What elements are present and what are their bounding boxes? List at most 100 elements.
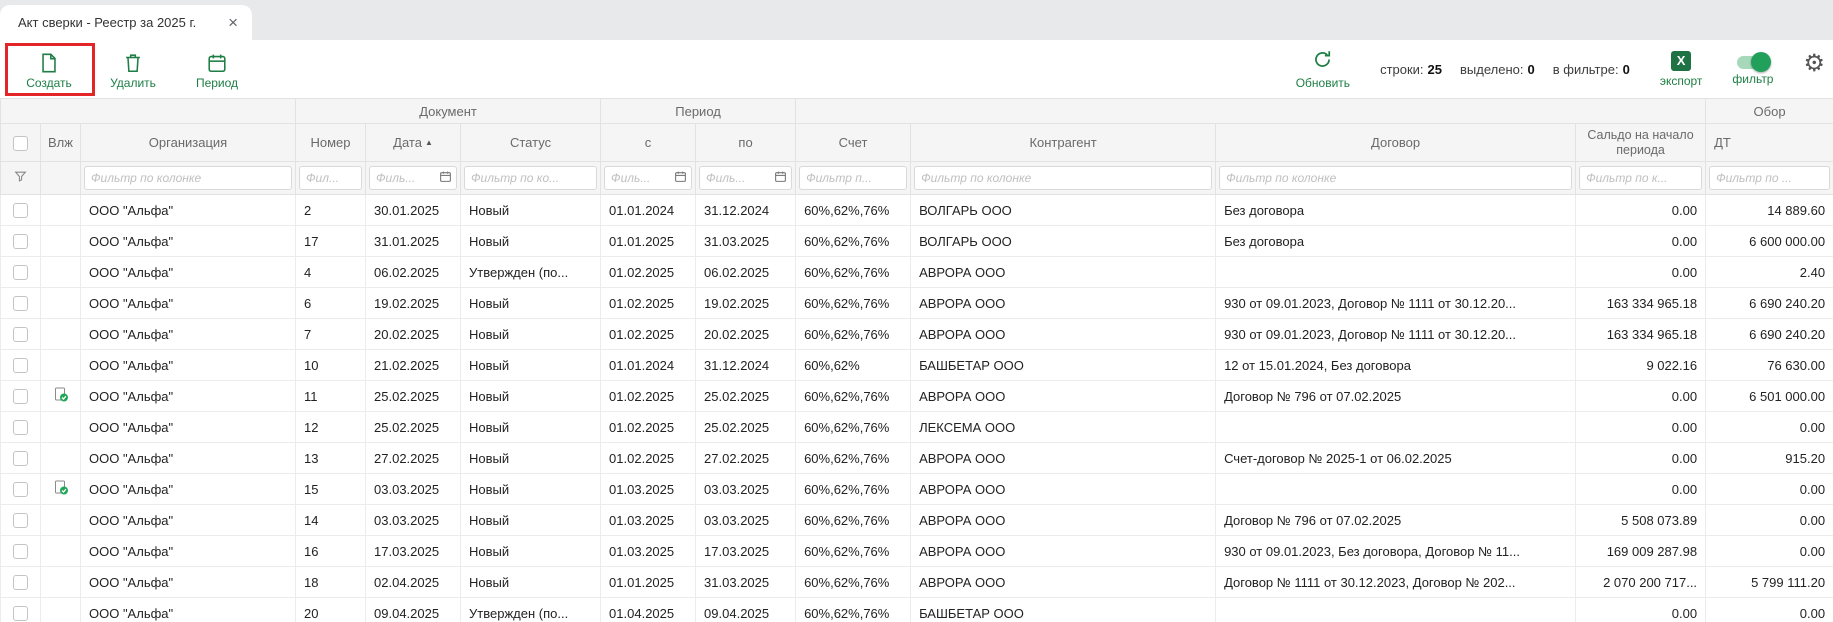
cell-account: 60%,62%,76% bbox=[796, 536, 911, 567]
to-filter-input[interactable] bbox=[699, 166, 792, 190]
table-row[interactable]: ООО "Альфа" 15 03.03.2025 Новый 01.03.20… bbox=[1, 474, 1833, 505]
status-filter-input[interactable] bbox=[464, 166, 597, 190]
filter-cell-date bbox=[366, 162, 461, 195]
filter-funnel-icon[interactable] bbox=[14, 171, 27, 186]
create-button[interactable]: Создать bbox=[12, 49, 86, 90]
delete-button[interactable]: Удалить bbox=[96, 49, 170, 90]
cell-dt: 0.00 bbox=[1706, 536, 1833, 567]
table-row[interactable]: ООО "Альфа" 2 30.01.2025 Новый 01.01.202… bbox=[1, 195, 1833, 226]
from-filter-input[interactable] bbox=[604, 166, 692, 190]
cell-dt: 5 799 111.20 bbox=[1706, 567, 1833, 598]
header-date[interactable]: Дата▲ bbox=[366, 124, 461, 162]
header-status[interactable]: Статус bbox=[461, 124, 601, 162]
row-checkbox[interactable] bbox=[13, 234, 28, 249]
group-period: Период bbox=[601, 99, 796, 124]
date-filter-input[interactable] bbox=[369, 166, 457, 190]
row-checkbox[interactable] bbox=[13, 203, 28, 218]
browser-tab-bar: Акт сверки - Реестр за 2025 г. × bbox=[0, 0, 1833, 40]
export-button-label: экспорт bbox=[1660, 74, 1703, 88]
cell-period-to: 09.04.2025 bbox=[696, 598, 796, 622]
number-filter-input[interactable] bbox=[299, 166, 362, 190]
cell-date: 02.04.2025 bbox=[366, 567, 461, 598]
row-checkbox[interactable] bbox=[13, 358, 28, 373]
cell-balance: 5 508 073.89 bbox=[1576, 505, 1706, 536]
row-checkbox[interactable] bbox=[13, 296, 28, 311]
cell-status: Новый bbox=[461, 381, 601, 412]
table-body: ООО "Альфа" 2 30.01.2025 Новый 01.01.202… bbox=[1, 195, 1833, 622]
header-period-from[interactable]: с bbox=[601, 124, 696, 162]
row-checkbox[interactable] bbox=[13, 513, 28, 528]
cell-period-from: 01.02.2025 bbox=[601, 443, 696, 474]
table-row[interactable]: ООО "Альфа" 7 20.02.2025 Новый 01.02.202… bbox=[1, 319, 1833, 350]
cell-number: 4 bbox=[296, 257, 366, 288]
table-row[interactable]: ООО "Альфа" 6 19.02.2025 Новый 01.02.202… bbox=[1, 288, 1833, 319]
cell-organization: ООО "Альфа" bbox=[81, 319, 296, 350]
table-row[interactable]: ООО "Альфа" 18 02.04.2025 Новый 01.01.20… bbox=[1, 567, 1833, 598]
cell-organization: ООО "Альфа" bbox=[81, 195, 296, 226]
header-dt[interactable]: ДТ bbox=[1706, 124, 1833, 162]
header-account[interactable]: Счет bbox=[796, 124, 911, 162]
cell-account: 60%,62%,76% bbox=[796, 257, 911, 288]
filter-toggle-label: фильтр bbox=[1732, 72, 1773, 86]
row-checkbox-cell bbox=[1, 536, 41, 567]
cell-dt: 915.20 bbox=[1706, 443, 1833, 474]
table-row[interactable]: ООО "Альфа" 13 27.02.2025 Новый 01.02.20… bbox=[1, 443, 1833, 474]
row-checkbox[interactable] bbox=[13, 420, 28, 435]
table-row[interactable]: ООО "Альфа" 10 21.02.2025 Новый 01.01.20… bbox=[1, 350, 1833, 381]
settings-gear-icon[interactable]: ⚙ bbox=[1803, 52, 1825, 86]
tab-close-icon[interactable]: × bbox=[228, 14, 238, 31]
delete-button-label: Удалить bbox=[110, 76, 156, 90]
header-counterparty[interactable]: Контрагент bbox=[911, 124, 1216, 162]
row-checkbox-cell bbox=[1, 567, 41, 598]
row-checkbox[interactable] bbox=[13, 327, 28, 342]
filter-toggle[interactable] bbox=[1737, 56, 1769, 69]
cell-organization: ООО "Альфа" bbox=[81, 474, 296, 505]
row-checkbox[interactable] bbox=[13, 606, 28, 621]
cell-date: 09.04.2025 bbox=[366, 598, 461, 622]
balance-filter-input[interactable] bbox=[1579, 166, 1702, 190]
table-row[interactable]: ООО "Альфа" 4 06.02.2025 Утвержден (по..… bbox=[1, 257, 1833, 288]
cell-contract: 12 от 15.01.2024, Без договора bbox=[1216, 350, 1576, 381]
table-row[interactable]: ООО "Альфа" 16 17.03.2025 Новый 01.03.20… bbox=[1, 536, 1833, 567]
table-row[interactable]: ООО "Альфа" 14 03.03.2025 Новый 01.03.20… bbox=[1, 505, 1833, 536]
header-attach[interactable]: Влж bbox=[41, 124, 81, 162]
cell-contract: Договор № 796 от 07.02.2025 bbox=[1216, 505, 1576, 536]
period-button[interactable]: Период bbox=[180, 49, 254, 90]
header-organization[interactable]: Организация bbox=[81, 124, 296, 162]
cell-account: 60%,62%,76% bbox=[796, 505, 911, 536]
row-checkbox[interactable] bbox=[13, 265, 28, 280]
header-contract[interactable]: Договор bbox=[1216, 124, 1576, 162]
row-checkbox[interactable] bbox=[13, 451, 28, 466]
table-row[interactable]: ООО "Альфа" 12 25.02.2025 Новый 01.02.20… bbox=[1, 412, 1833, 443]
cell-period-from: 01.03.2025 bbox=[601, 505, 696, 536]
header-period-to[interactable]: по bbox=[696, 124, 796, 162]
header-balance[interactable]: Сальдо на начало периода bbox=[1576, 124, 1706, 162]
row-attachment-cell bbox=[41, 257, 81, 288]
table-row[interactable]: ООО "Альфа" 11 25.02.2025 Новый 01.02.20… bbox=[1, 381, 1833, 412]
cell-number: 20 bbox=[296, 598, 366, 622]
cell-period-from: 01.02.2025 bbox=[601, 319, 696, 350]
counterparty-filter-input[interactable] bbox=[914, 166, 1212, 190]
dt-filter-input[interactable] bbox=[1709, 166, 1830, 190]
export-excel-button[interactable]: X экспорт bbox=[1660, 51, 1703, 88]
row-checkbox[interactable] bbox=[13, 482, 28, 497]
cell-organization: ООО "Альфа" bbox=[81, 505, 296, 536]
account-filter-input[interactable] bbox=[799, 166, 907, 190]
select-all-checkbox[interactable] bbox=[13, 136, 28, 151]
cell-contract bbox=[1216, 474, 1576, 505]
cell-account: 60%,62%,76% bbox=[796, 381, 911, 412]
contract-filter-input[interactable] bbox=[1219, 166, 1572, 190]
row-checkbox[interactable] bbox=[13, 389, 28, 404]
trash-icon bbox=[122, 52, 144, 74]
table-row[interactable]: ООО "Альфа" 17 31.01.2025 Новый 01.01.20… bbox=[1, 226, 1833, 257]
organization-filter-input[interactable] bbox=[84, 166, 292, 190]
table-row[interactable]: ООО "Альфа" 20 09.04.2025 Утвержден (по.… bbox=[1, 598, 1833, 622]
cell-dt: 6 600 000.00 bbox=[1706, 226, 1833, 257]
row-checkbox[interactable] bbox=[13, 544, 28, 559]
header-number[interactable]: Номер bbox=[296, 124, 366, 162]
cell-status: Новый bbox=[461, 567, 601, 598]
refresh-button[interactable]: Обновить bbox=[1296, 49, 1350, 90]
row-checkbox[interactable] bbox=[13, 575, 28, 590]
tab-akt-sverki[interactable]: Акт сверки - Реестр за 2025 г. × bbox=[0, 5, 252, 40]
cell-number: 18 bbox=[296, 567, 366, 598]
